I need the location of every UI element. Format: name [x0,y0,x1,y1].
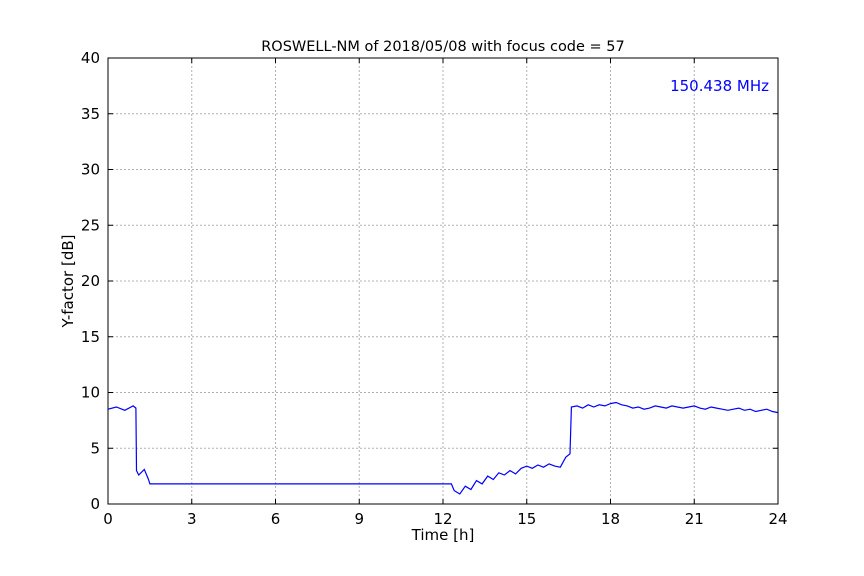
grid-lines [108,58,778,504]
y-tick-label: 0 [90,495,100,513]
x-tick-label: 9 [354,510,364,528]
x-tick-label: 18 [601,510,620,528]
x-tick-label: 0 [103,510,113,528]
x-tick-label: 24 [768,510,787,528]
x-tick-label: 3 [187,510,197,528]
y-tick-label: 35 [81,105,100,123]
y-tick-label: 30 [81,161,100,179]
x-tick-label: 21 [685,510,704,528]
y-tick-label: 25 [81,216,100,234]
y-tick-label: 15 [81,328,100,346]
frequency-annotation: 150.438 MHz [670,77,769,95]
x-axis-label: Time [h] [411,526,475,544]
y-axis-label: Y-factor [dB] [59,234,77,328]
x-tick-label: 6 [271,510,281,528]
y-factor-chart: 0 3 6 9 12 15 18 21 240510152025303540 ROSWELL-N… [59,39,788,544]
x-tick-label: 15 [517,510,536,528]
y-tick-label: 10 [81,384,100,402]
y-tick-label: 40 [81,49,100,67]
y-tick-label: 5 [90,439,100,457]
chart-title: ROSWELL-NM of 2018/05/08 with focus code… [261,39,625,55]
axis-ticks: 0 3 6 9 12 15 18 21 240510152025303540 [81,49,788,528]
y-tick-label: 20 [81,272,100,290]
